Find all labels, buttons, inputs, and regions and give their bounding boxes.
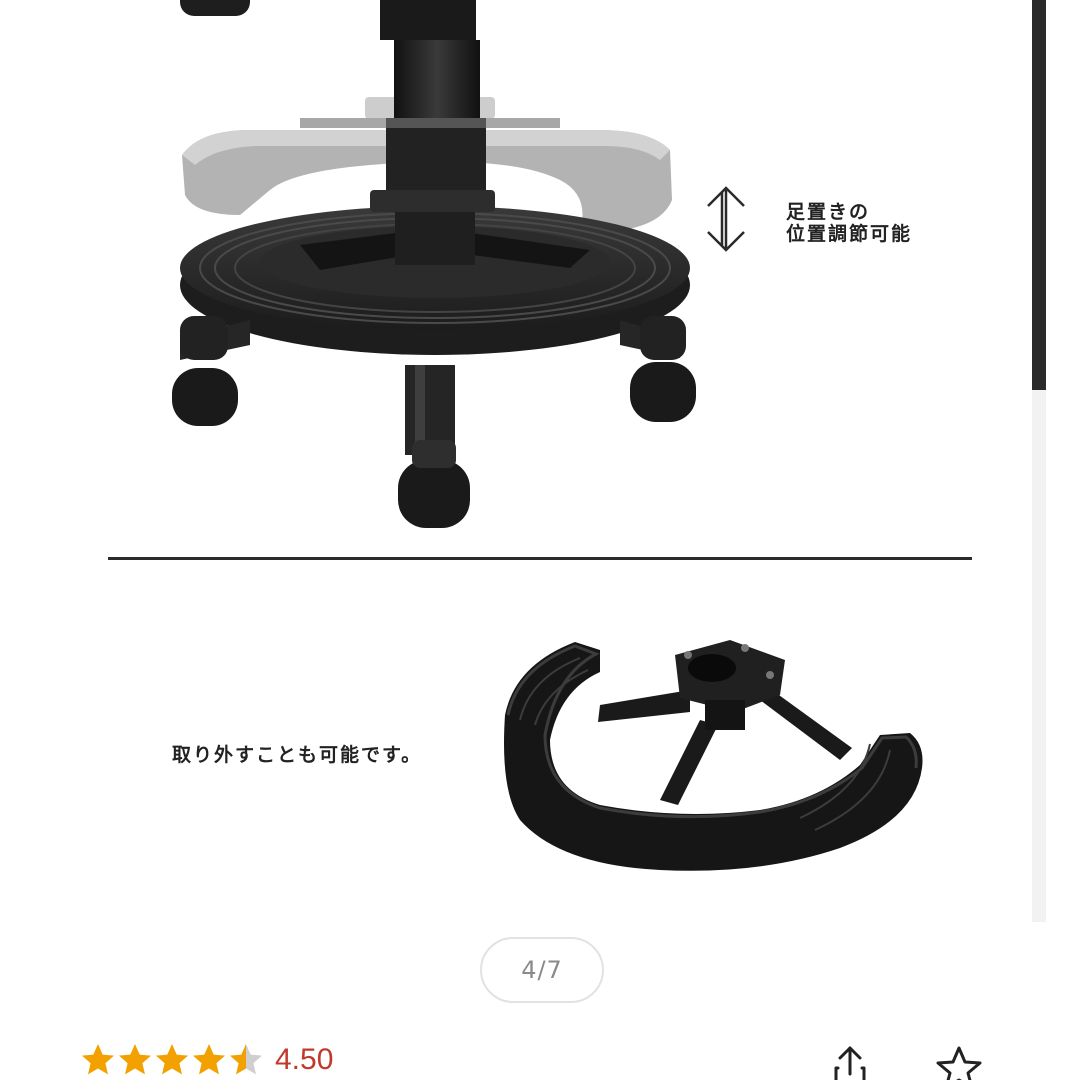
rating-value: 4.50 xyxy=(275,1043,334,1076)
rating-star-icon xyxy=(82,1044,114,1075)
footrest-height-caption: 足置きの 位置調節可能 xyxy=(786,201,913,245)
rating-stars xyxy=(80,1042,265,1078)
section-divider xyxy=(108,557,972,560)
product-image-slide xyxy=(172,0,923,871)
share-icon[interactable] xyxy=(826,1042,874,1080)
rating-star-icon xyxy=(156,1044,188,1075)
rating-star-icon xyxy=(119,1044,151,1075)
product-page: 足置きの 位置調節可能 取り外すことも可能です。 4/7 4.50 xyxy=(0,0,1080,1080)
removable-caption: 取り外すことも可能です。 xyxy=(172,744,423,766)
product-image-gallery[interactable]: 足置きの 位置調節可能 取り外すことも可能です。 xyxy=(0,0,1032,922)
star-outline-icon[interactable] xyxy=(933,1042,982,1080)
rating-star-icon xyxy=(193,1044,225,1075)
slide-counter: 4/7 xyxy=(480,937,604,1003)
next-slide-peek[interactable] xyxy=(1032,0,1080,922)
adjust-height-arrow-icon xyxy=(707,186,745,252)
rating-row[interactable]: 4.50 xyxy=(80,1040,333,1080)
chair-illustration xyxy=(172,0,696,528)
rating-star-icon xyxy=(230,1044,262,1075)
detached-footrest-illustration xyxy=(504,640,923,871)
